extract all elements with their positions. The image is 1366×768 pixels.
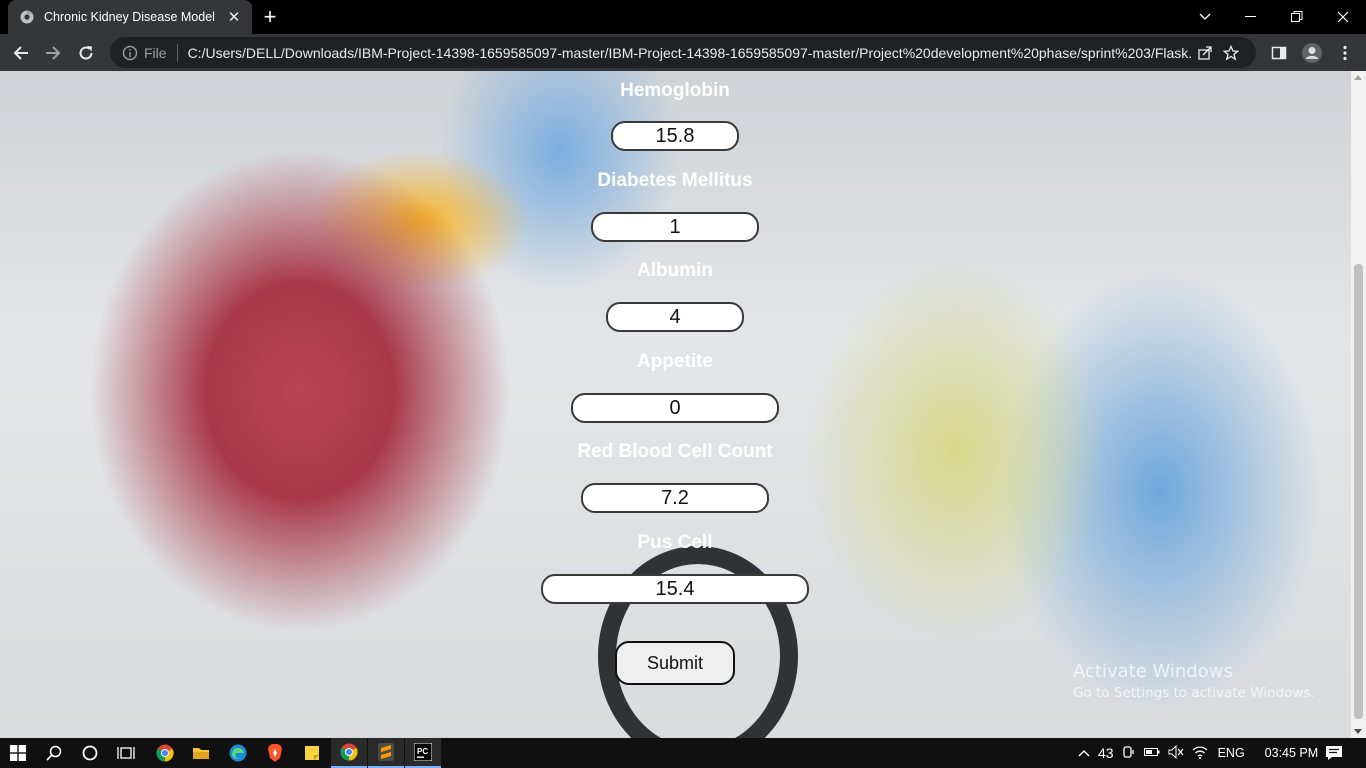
file-label: File	[144, 44, 167, 61]
back-icon[interactable]	[8, 40, 34, 66]
page-viewport: Hemoglobin Diabetes Mellitus Albumin App…	[0, 71, 1351, 738]
info-icon[interactable]	[122, 45, 138, 61]
profile-icon[interactable]	[1299, 40, 1325, 66]
task-view-icon[interactable]	[108, 738, 144, 768]
forward-icon[interactable]	[40, 40, 66, 66]
meet-icon[interactable]	[1122, 745, 1136, 762]
share-icon[interactable]	[1192, 45, 1218, 61]
hemoglobin-input[interactable]	[611, 121, 739, 151]
url-text[interactable]: C:/Users/DELL/Downloads/IBM-Project-1439…	[188, 45, 1192, 61]
activate-windows-watermark: Activate Windows Go to Settings to activ…	[1073, 661, 1315, 701]
label-appetite: Appetite	[637, 351, 713, 372]
minimize-icon[interactable]	[1228, 0, 1274, 34]
tab-strip: Chronic Kidney Disease Model ✕ +	[0, 0, 1366, 34]
battery-icon[interactable]	[1143, 746, 1160, 760]
address-bar[interactable]: File C:/Users/DELL/Downloads/IBM-Project…	[110, 37, 1256, 68]
albumin-input[interactable]	[606, 302, 744, 332]
new-tab-icon[interactable]: +	[258, 5, 282, 29]
file-explorer-icon[interactable]	[183, 738, 219, 768]
label-diabetes-mellitus: Diabetes Mellitus	[597, 170, 753, 191]
separator	[176, 43, 178, 62]
diabetes-mellitus-input[interactable]	[591, 212, 759, 242]
restore-icon[interactable]	[1274, 0, 1320, 34]
clock-time[interactable]: 03:45 PM	[1265, 746, 1319, 760]
pus-cell-input[interactable]	[541, 574, 809, 604]
chevron-up-icon[interactable]	[1076, 746, 1092, 760]
windows-taskbar: PC 43 ENG 03:45 PM	[0, 738, 1366, 768]
brave-icon[interactable]	[257, 738, 293, 768]
star-icon[interactable]	[1218, 44, 1244, 61]
sublime-icon[interactable]	[368, 738, 404, 768]
watermark-subtitle: Go to Settings to activate Windows.	[1073, 685, 1315, 701]
cortana-icon[interactable]	[72, 738, 108, 768]
chrome-icon[interactable]	[147, 738, 183, 768]
notification-icon[interactable]	[1316, 738, 1352, 768]
chrome-active-icon[interactable]	[331, 738, 367, 768]
edge-icon[interactable]	[220, 738, 256, 768]
appetite-input[interactable]	[571, 393, 779, 423]
close-icon[interactable]: ✕	[226, 8, 242, 26]
chrome-favicon-icon	[20, 10, 34, 24]
volume-icon[interactable]	[1168, 744, 1184, 762]
chevron-down-icon[interactable]	[1182, 0, 1228, 34]
svg-text:PC: PC	[417, 747, 428, 756]
reload-icon[interactable]	[73, 40, 99, 66]
red-blood-cell-count-input[interactable]	[581, 483, 769, 513]
pycharm-icon[interactable]: PC	[405, 738, 441, 768]
scroll-down-icon[interactable]	[1354, 729, 1362, 734]
sticky-notes-icon[interactable]	[294, 738, 330, 768]
system-tray: 43 ENG 03:45 PM	[1076, 738, 1318, 768]
vertical-scrollbar[interactable]	[1351, 71, 1366, 738]
watermark-title: Activate Windows	[1073, 661, 1233, 682]
scroll-up-icon[interactable]	[1354, 75, 1362, 80]
language-indicator[interactable]: ENG	[1218, 746, 1245, 760]
search-icon[interactable]	[36, 738, 72, 768]
wifi-icon[interactable]	[1192, 745, 1208, 762]
tab-title: Chronic Kidney Disease Model	[44, 10, 215, 24]
submit-button[interactable]: Submit	[615, 641, 735, 685]
menu-icon[interactable]	[1332, 40, 1358, 66]
window-close-icon[interactable]	[1320, 0, 1366, 34]
scrollbar-thumb[interactable]	[1354, 264, 1363, 719]
label-pus-cell: Pus Cell	[637, 532, 713, 553]
label-red-blood-cell-count: Red Blood Cell Count	[577, 441, 773, 462]
label-hemoglobin: Hemoglobin	[620, 80, 730, 101]
temperature[interactable]: 43	[1098, 745, 1114, 761]
browser-tab[interactable]: Chronic Kidney Disease Model ✕	[8, 0, 252, 34]
label-albumin: Albumin	[637, 260, 713, 281]
sidebar-icon[interactable]	[1266, 40, 1292, 66]
browser-toolbar: File C:/Users/DELL/Downloads/IBM-Project…	[0, 34, 1366, 71]
windows-start-icon[interactable]	[0, 738, 36, 768]
